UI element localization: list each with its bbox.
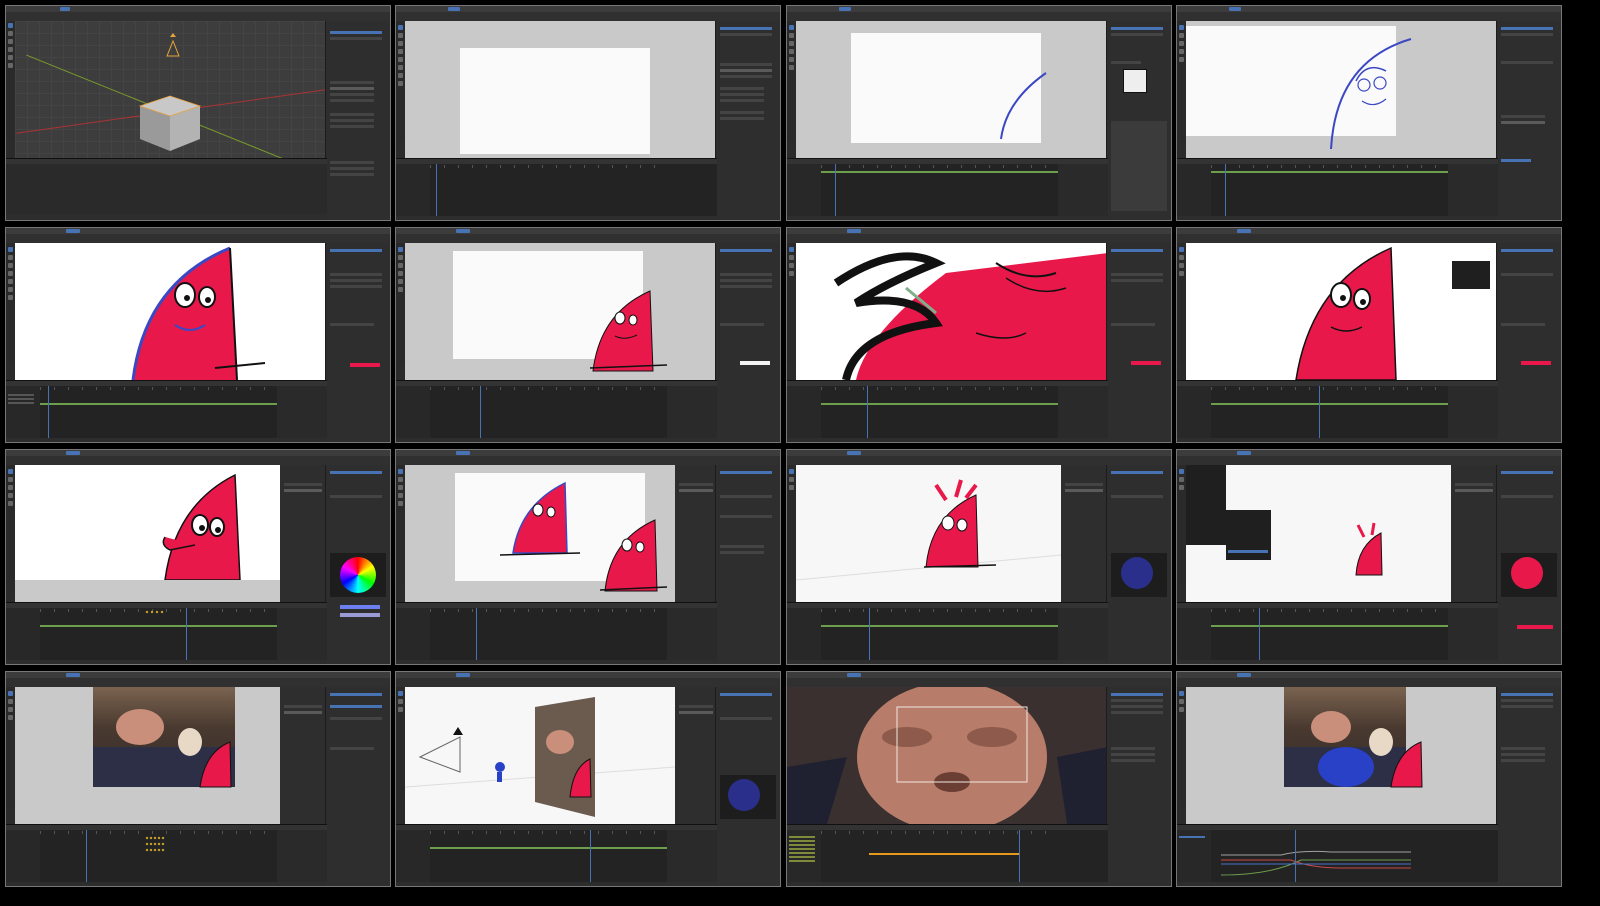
color-swatch[interactable] bbox=[1511, 557, 1543, 589]
photo-overlay bbox=[1284, 711, 1423, 788]
3d-viewport[interactable] bbox=[15, 21, 327, 158]
frame-9 bbox=[5, 449, 391, 665]
brush-preview[interactable] bbox=[1123, 69, 1147, 93]
frame-7 bbox=[786, 227, 1172, 443]
canvas-viewport[interactable] bbox=[405, 21, 717, 158]
canvas-viewport[interactable] bbox=[405, 243, 717, 380]
3d-scene bbox=[405, 697, 675, 817]
3d-viewport[interactable] bbox=[1186, 465, 1451, 602]
camera-icon bbox=[418, 736, 461, 773]
popup-menu[interactable] bbox=[1452, 261, 1490, 289]
3d-viewport[interactable] bbox=[405, 687, 675, 824]
frame-1 bbox=[5, 5, 391, 221]
3d-viewport[interactable] bbox=[796, 465, 1061, 602]
canvas-viewport[interactable] bbox=[15, 243, 327, 380]
frame-12 bbox=[1176, 449, 1562, 665]
ink-lines-zoom bbox=[833, 252, 1108, 380]
camera-viewport[interactable] bbox=[787, 687, 1108, 824]
camera-icon bbox=[166, 33, 180, 57]
frame-2 bbox=[395, 5, 781, 221]
canvas-viewport[interactable] bbox=[405, 465, 675, 602]
frame-16 bbox=[1176, 671, 1562, 887]
frame-8 bbox=[1176, 227, 1562, 443]
canvas-viewport[interactable] bbox=[15, 687, 280, 824]
paper-canvas bbox=[460, 48, 650, 154]
frame-4 bbox=[1176, 5, 1562, 221]
canvas-viewport[interactable] bbox=[1186, 21, 1498, 158]
red-character bbox=[589, 290, 668, 372]
color-wheel[interactable] bbox=[340, 557, 376, 593]
color-swatch[interactable] bbox=[728, 779, 760, 811]
brush-stroke bbox=[1000, 72, 1047, 140]
photo-overlay bbox=[93, 709, 235, 788]
canvas-viewport[interactable] bbox=[1186, 687, 1498, 824]
frame-15 bbox=[786, 671, 1172, 887]
character-3d bbox=[796, 479, 1061, 581]
photo-closeup bbox=[787, 687, 1108, 824]
frame-6 bbox=[395, 227, 781, 443]
canvas-viewport[interactable] bbox=[1186, 243, 1498, 380]
canvas-viewport[interactable] bbox=[15, 465, 280, 602]
color-swatch[interactable] bbox=[1121, 557, 1153, 589]
small-red-character bbox=[1355, 522, 1383, 576]
two-characters bbox=[499, 481, 668, 592]
canvas-viewport[interactable] bbox=[796, 243, 1108, 380]
frame-3 bbox=[786, 5, 1172, 221]
frame-14 bbox=[395, 671, 781, 887]
red-character bbox=[131, 246, 266, 380]
canvas-viewport[interactable] bbox=[796, 21, 1108, 158]
frame-13 bbox=[5, 671, 391, 887]
graph-editor[interactable] bbox=[1177, 824, 1498, 886]
frame-5 bbox=[5, 227, 391, 443]
frame-11 bbox=[786, 449, 1172, 665]
cube-icon bbox=[138, 95, 202, 151]
face-sketch bbox=[1330, 38, 1412, 150]
frame-10 bbox=[395, 449, 781, 665]
photo-plane bbox=[535, 697, 595, 817]
